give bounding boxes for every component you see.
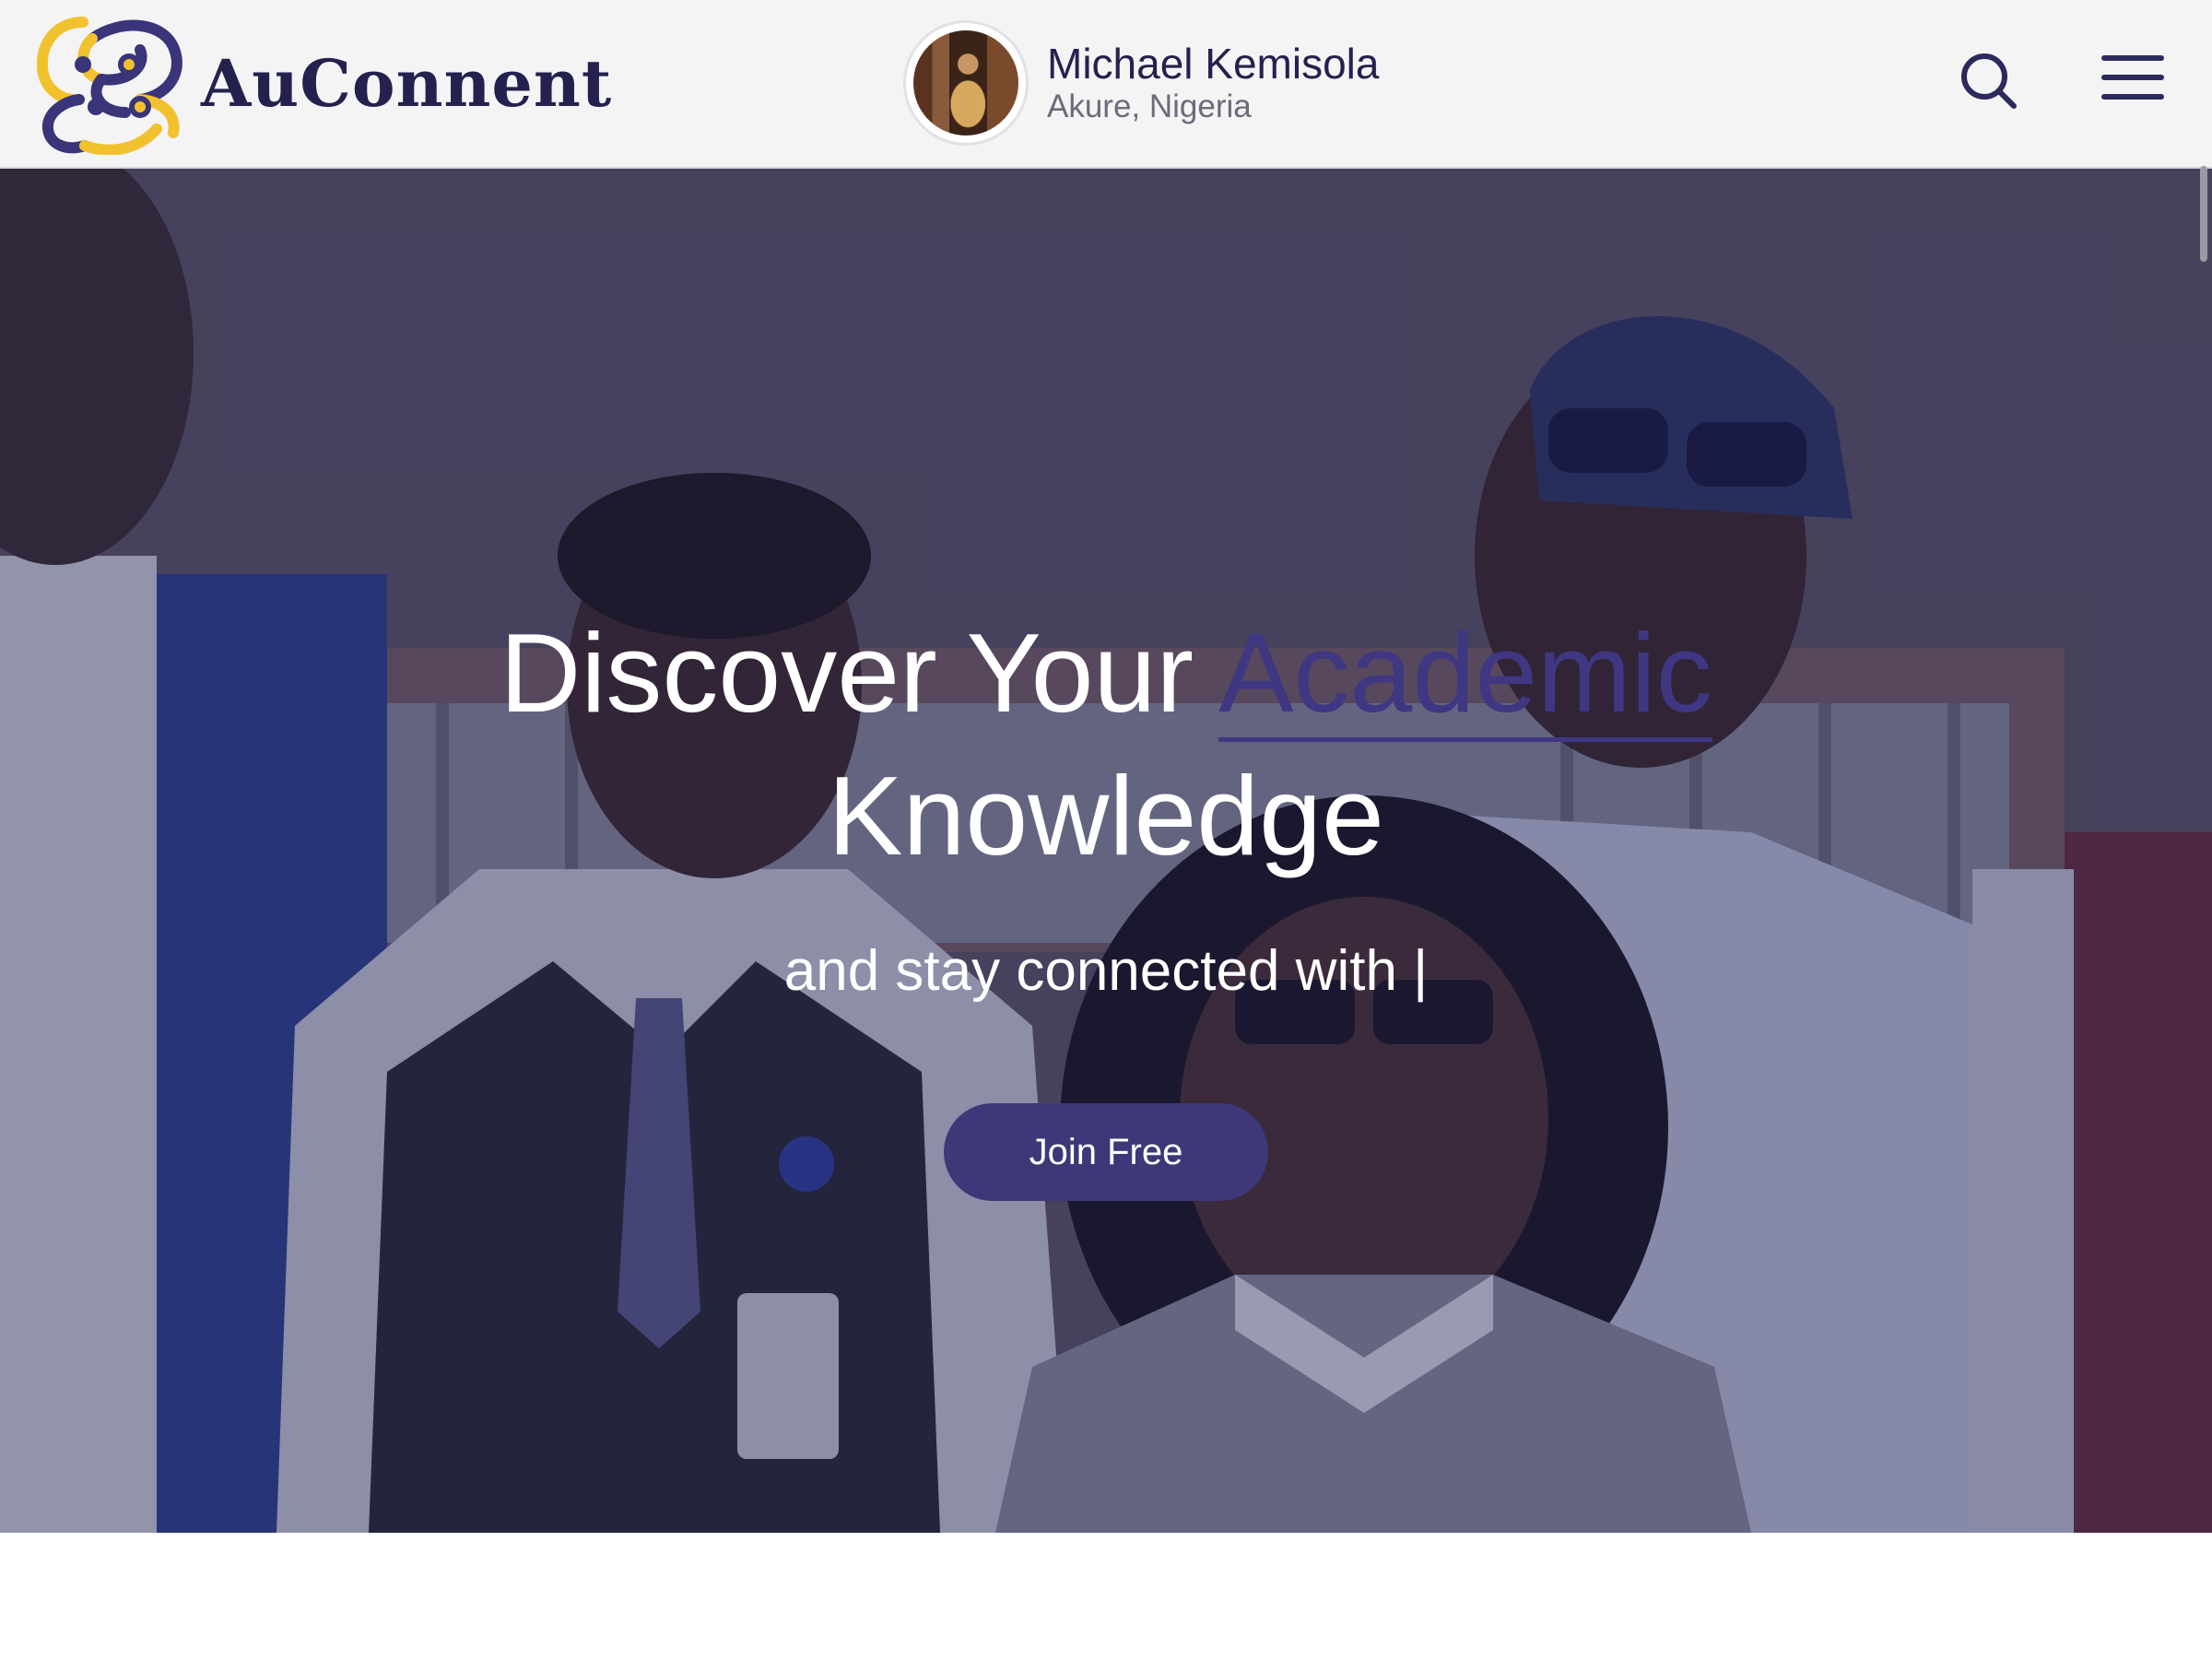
page-scrollbar[interactable] xyxy=(2200,166,2207,262)
search-icon xyxy=(1961,53,2017,109)
hero-subtitle: and stay connected with | xyxy=(783,939,1429,1003)
join-free-button[interactable]: Join Free xyxy=(944,1103,1268,1201)
profile-location: Akure, Nigeria xyxy=(1047,88,1252,125)
profile-info: Michael Kemisola Akure, Nigeria xyxy=(1047,40,1379,125)
user-profile[interactable]: Michael Kemisola Akure, Nigeria xyxy=(903,20,1379,146)
hero-section: Discover Your Academic Knowledge and sta… xyxy=(0,169,2212,1533)
search-button[interactable] xyxy=(1959,51,2019,112)
brand-logo[interactable]: AuConnent xyxy=(37,11,612,155)
menu-button[interactable] xyxy=(2101,52,2164,103)
hamburger-menu-icon xyxy=(2101,55,2164,100)
brand-name: AuConnent xyxy=(201,44,613,122)
hero-title-part2: Knowledge xyxy=(828,753,1384,878)
avatar-photo xyxy=(913,30,1018,135)
hero-title-accent: Academic xyxy=(1218,610,1712,742)
profile-name: Michael Kemisola xyxy=(1047,40,1380,88)
avatar[interactable] xyxy=(903,20,1029,146)
hero-title: Discover Your Academic Knowledge xyxy=(0,602,2212,888)
hero-title-part1: Discover Your xyxy=(500,610,1219,735)
site-header: AuConnent Michael Kemisola Akure, Nigeri… xyxy=(0,0,2212,169)
logo-icon xyxy=(37,17,182,155)
